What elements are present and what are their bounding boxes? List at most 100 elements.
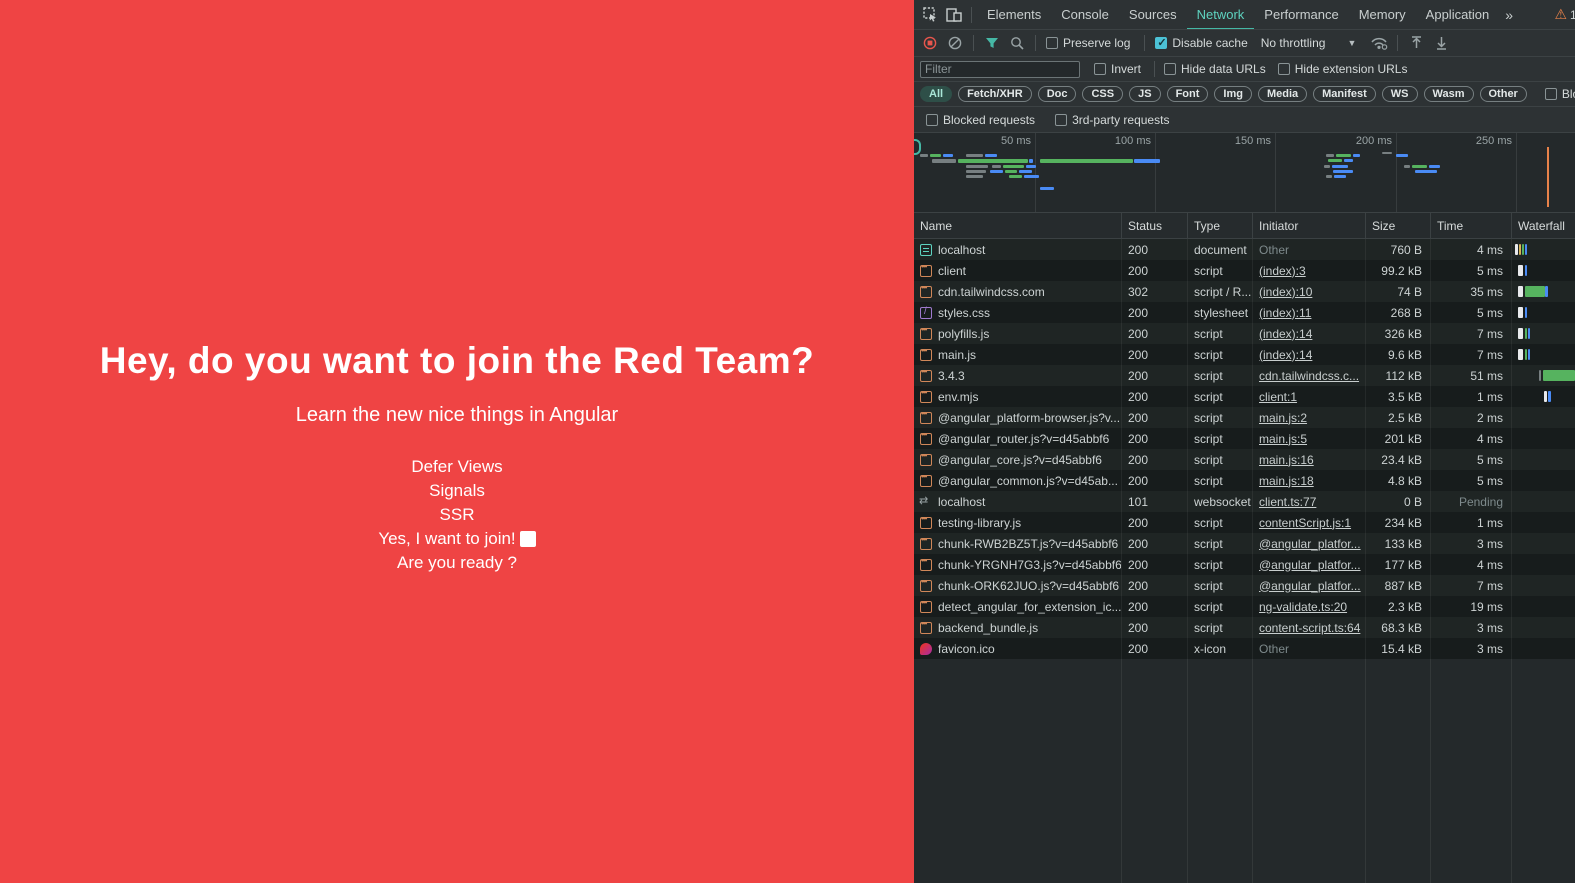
filter-icon[interactable]	[980, 32, 1004, 54]
initiator-link[interactable]: @angular_platfor...	[1259, 579, 1361, 593]
checkbox-unchecked	[1094, 63, 1106, 75]
third-party-requests-checkbox[interactable]: 3rd-party requests	[1055, 113, 1169, 127]
table-row[interactable]: @angular_common.js?v=d45ab...200scriptma…	[914, 470, 1575, 491]
initiator-link[interactable]: (index):14	[1259, 327, 1312, 341]
table-row[interactable]: main.js200script(index):149.6 kB7 ms	[914, 344, 1575, 365]
pill-manifest[interactable]: Manifest	[1313, 86, 1376, 102]
table-row[interactable]: localhost101websocketclient.ts:770 BPend…	[914, 491, 1575, 512]
column-header-size[interactable]: Size	[1366, 213, 1431, 238]
pill-doc[interactable]: Doc	[1038, 86, 1077, 102]
initiator-link[interactable]: main.js:2	[1259, 411, 1307, 425]
initiator-link[interactable]: (index):3	[1259, 264, 1306, 278]
tab-application[interactable]: Application	[1416, 0, 1500, 30]
search-icon[interactable]	[1005, 32, 1029, 54]
table-row[interactable]: @angular_platform-browser.js?v...200scri…	[914, 407, 1575, 428]
pill-img[interactable]: Img	[1214, 86, 1252, 102]
request-size: 15.4 kB	[1366, 638, 1431, 659]
table-row[interactable]: cdn.tailwindcss.com302script / R...(inde…	[914, 281, 1575, 302]
table-row[interactable]: styles.css200stylesheet(index):11268 B5 …	[914, 302, 1575, 323]
initiator-link[interactable]: main.js:16	[1259, 453, 1314, 467]
more-tabs-button[interactable]: »	[1499, 0, 1519, 30]
column-header-waterfall[interactable]: Waterfall	[1512, 213, 1575, 238]
warning-badge[interactable]: ⚠ 1	[1554, 6, 1575, 23]
export-har-icon[interactable]	[1429, 32, 1453, 54]
table-row[interactable]: backend_bundle.js200scriptcontent-script…	[914, 617, 1575, 638]
table-row[interactable]: env.mjs200scriptclient:13.5 kB1 ms	[914, 386, 1575, 407]
initiator-link[interactable]: main.js:5	[1259, 432, 1307, 446]
initiator-link[interactable]: ng-validate.ts:20	[1259, 600, 1347, 614]
inspect-element-icon[interactable]	[918, 4, 942, 26]
column-header-type[interactable]: Type	[1188, 213, 1253, 238]
table-row[interactable]: @angular_router.js?v=d45abbf6200scriptma…	[914, 428, 1575, 449]
initiator-link[interactable]: cdn.tailwindcss.c...	[1259, 369, 1359, 383]
hide-extension-urls-checkbox[interactable]: Hide extension URLs	[1278, 62, 1408, 76]
pill-js[interactable]: JS	[1129, 86, 1160, 102]
request-status: 200	[1122, 239, 1188, 260]
initiator-link[interactable]: @angular_platfor...	[1259, 537, 1361, 551]
tab-memory[interactable]: Memory	[1349, 0, 1416, 30]
preserve-log-checkbox[interactable]: Preserve log	[1046, 36, 1130, 50]
blocked-requests-checkbox[interactable]: Blocked requests	[926, 113, 1035, 127]
tab-network[interactable]: Network	[1187, 0, 1255, 30]
filter-input[interactable]	[920, 61, 1080, 78]
initiator-link[interactable]: client:1	[1259, 390, 1297, 404]
column-header-name[interactable]: Name	[914, 213, 1122, 238]
request-waterfall	[1512, 512, 1575, 533]
initiator-link[interactable]: main.js:18	[1259, 474, 1314, 488]
throttling-select[interactable]: No throttling ▼	[1261, 36, 1357, 50]
initiator-link[interactable]: contentScript.js:1	[1259, 516, 1351, 530]
blocked-response-cookies-checkbox[interactable]: Blocked response cooki	[1545, 87, 1575, 101]
pill-media[interactable]: Media	[1258, 86, 1307, 102]
initiator-link[interactable]: (index):11	[1259, 306, 1311, 320]
table-row[interactable]: chunk-RWB2BZ5T.js?v=d45abbf6200script@an…	[914, 533, 1575, 554]
overview-bar	[1429, 165, 1440, 168]
clear-button[interactable]	[943, 32, 967, 54]
pill-fetchxhr[interactable]: Fetch/XHR	[958, 86, 1032, 102]
record-button[interactable]	[918, 32, 942, 54]
table-row[interactable]: chunk-YRGNH7G3.js?v=d45abbf6200script@an…	[914, 554, 1575, 575]
column-header-time[interactable]: Time	[1431, 213, 1512, 238]
table-row[interactable]: localhost200documentOther760 B4 ms	[914, 239, 1575, 260]
disable-cache-checkbox[interactable]: Disable cache	[1155, 36, 1247, 50]
initiator-link[interactable]: client.ts:77	[1259, 495, 1316, 509]
column-header-initiator[interactable]: Initiator	[1253, 213, 1366, 238]
request-type: script	[1188, 344, 1253, 365]
pill-ws[interactable]: WS	[1382, 86, 1418, 102]
import-har-icon[interactable]	[1404, 32, 1428, 54]
pill-all[interactable]: All	[920, 86, 952, 102]
request-size: 133 kB	[1366, 533, 1431, 554]
pill-font[interactable]: Font	[1167, 86, 1209, 102]
network-overview-timeline[interactable]: 50 ms100 ms150 ms200 ms250 ms	[914, 133, 1575, 213]
table-row[interactable]: 3.4.3200scriptcdn.tailwindcss.c...112 kB…	[914, 365, 1575, 386]
network-conditions-icon[interactable]	[1367, 32, 1391, 54]
pill-css[interactable]: CSS	[1082, 86, 1123, 102]
table-row[interactable]: testing-library.js200scriptcontentScript…	[914, 512, 1575, 533]
invert-checkbox[interactable]: Invert	[1094, 62, 1141, 76]
join-checkbox[interactable]	[520, 531, 536, 547]
overview-handle[interactable]	[914, 139, 921, 155]
table-row[interactable]: @angular_core.js?v=d45abbf6200scriptmain…	[914, 449, 1575, 470]
device-toolbar-icon[interactable]	[942, 4, 966, 26]
initiator-link[interactable]: (index):10	[1259, 285, 1312, 299]
initiator-link[interactable]: (index):14	[1259, 348, 1312, 362]
tab-performance[interactable]: Performance	[1254, 0, 1348, 30]
request-type: script / R...	[1188, 281, 1253, 302]
css-file-icon	[920, 307, 932, 319]
pill-other[interactable]: Other	[1480, 86, 1527, 102]
table-row[interactable]: chunk-ORK62JUO.js?v=d45abbf6200script@an…	[914, 575, 1575, 596]
initiator-link[interactable]: content-script.ts:64	[1259, 621, 1360, 635]
network-toolbar: Preserve log Disable cache No throttling…	[914, 30, 1575, 57]
table-row[interactable]: detect_angular_for_extension_ic...200scr…	[914, 596, 1575, 617]
tab-console[interactable]: Console	[1051, 0, 1119, 30]
initiator-link[interactable]: @angular_platfor...	[1259, 558, 1361, 572]
hide-data-urls-checkbox[interactable]: Hide data URLs	[1164, 62, 1266, 76]
table-row[interactable]: polyfills.js200script(index):14326 kB7 m…	[914, 323, 1575, 344]
tab-sources[interactable]: Sources	[1119, 0, 1187, 30]
tab-elements[interactable]: Elements	[977, 0, 1051, 30]
table-row[interactable]: favicon.ico200x-iconOther15.4 kB3 ms	[914, 638, 1575, 659]
column-header-status[interactable]: Status	[1122, 213, 1188, 238]
pill-wasm[interactable]: Wasm	[1424, 86, 1474, 102]
table-row[interactable]: client200script(index):399.2 kB5 ms	[914, 260, 1575, 281]
js-file-icon	[920, 349, 932, 361]
overview-bar	[1040, 159, 1133, 163]
